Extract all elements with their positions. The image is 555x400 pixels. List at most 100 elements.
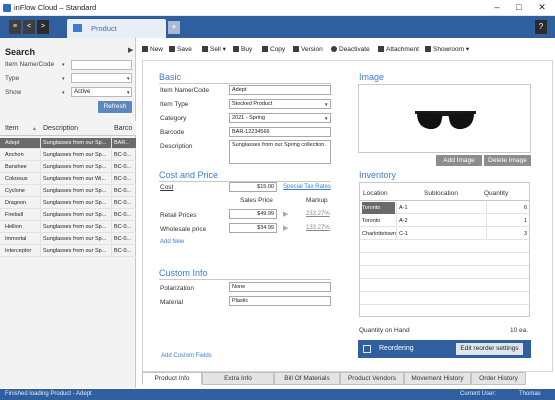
status-message: Finished loading Product - Adept [5, 391, 92, 397]
filter-dropdown-icon[interactable]: ▾ [62, 62, 65, 68]
type-filter-select[interactable] [71, 73, 132, 83]
deactivate-button[interactable]: Deactivate [331, 43, 370, 57]
section-divider [159, 279, 331, 280]
section-title-cost-price: Cost and Price [159, 170, 219, 180]
refresh-button[interactable]: Refresh [98, 101, 132, 113]
copy-label: Copy [270, 46, 286, 53]
special-tax-rates-link[interactable]: Special Tax Rates [283, 184, 331, 190]
tab-product-info[interactable]: Product Info [142, 372, 202, 385]
back-button[interactable]: < [23, 20, 35, 34]
tab-product[interactable]: Product [67, 19, 166, 38]
delete-image-button[interactable]: Delete Image [484, 155, 531, 166]
tab-extra-info[interactable]: Extra Info [202, 372, 274, 385]
close-button[interactable]: ✕ [531, 1, 553, 14]
section-divider [159, 83, 331, 84]
list-item-description: Sunglasses from our Sp... [40, 210, 110, 221]
add-new-price-link[interactable]: Add New [160, 239, 184, 245]
current-user-name: Thomas [519, 391, 541, 397]
item-name-filter-input[interactable] [71, 60, 132, 70]
filter-dropdown-icon[interactable]: ▾ [62, 90, 65, 96]
list-item-name: Cyclone [5, 188, 25, 194]
help-button[interactable]: ? [535, 20, 547, 34]
list-item-name: Hellion [5, 224, 22, 230]
tab-product-vendors[interactable]: Product Vendors [340, 372, 404, 385]
list-item-barcode: BC-0... [111, 162, 136, 173]
table-row[interactable]: Charlottetown C-1 3 [360, 228, 529, 240]
show-filter-select[interactable]: Active [71, 87, 132, 97]
quantity-on-hand-value: 10 ea. [510, 327, 529, 334]
showroom-button[interactable]: Showroom ▾ [425, 43, 469, 57]
list-item[interactable]: Hellion Sunglasses from our Sp... BC-0..… [0, 222, 136, 233]
list-item[interactable]: Banshee Sunglasses from our Sp... BC-0..… [0, 162, 136, 173]
bottom-tabs: Product Info Extra Info Bill Of Material… [142, 372, 553, 385]
column-header-barcode[interactable]: Barco [114, 125, 132, 132]
sell-button[interactable]: Sell ▾ [202, 43, 226, 57]
list-item-description: Sunglasses from our Sp... [40, 186, 110, 197]
buy-label: Buy [241, 46, 253, 53]
hamburger-menu-icon[interactable]: ≡ [9, 20, 21, 34]
attachment-button[interactable]: Attachment [378, 43, 419, 57]
showroom-label: Showroom [433, 46, 465, 53]
section-title-custom-info: Custom Info [159, 268, 208, 278]
reordering-bar: Reordering Edit reorder settings [358, 340, 531, 358]
paperclip-icon [378, 46, 384, 52]
tab-order-history[interactable]: Order History [471, 372, 526, 385]
cost-field[interactable]: $15.00 [229, 182, 277, 192]
list-item[interactable]: Anchon Sunglasses from our Sp... BC-0... [0, 150, 136, 161]
maximize-button[interactable]: □ [508, 1, 530, 14]
list-item-description: Sunglasses from our Wi... [40, 174, 110, 185]
version-label: Version [301, 46, 323, 53]
list-item[interactable]: Dragoon Sunglasses from our Sp... BC-0..… [0, 198, 136, 209]
minimize-button[interactable]: – [486, 1, 508, 14]
add-tab-button[interactable]: + [168, 21, 180, 34]
toolbar: New Save Sell ▾ Buy Copy Version Deactiv… [138, 43, 555, 57]
collapse-panel-icon[interactable]: ▶ [128, 46, 133, 54]
material-field[interactable]: Plastic [229, 296, 331, 306]
arrow-right-icon: ▶ [283, 211, 289, 218]
list-item[interactable]: Cyclone Sunglasses from our Sp... BC-0..… [0, 186, 136, 197]
deactivate-icon [331, 46, 337, 52]
sell-label: Sell [210, 46, 221, 53]
showroom-icon [425, 46, 431, 52]
price-row-label: Retail Prices [160, 212, 197, 219]
copy-icon [262, 46, 268, 52]
copy-button[interactable]: Copy [262, 43, 285, 57]
version-button[interactable]: Version [293, 43, 323, 57]
column-header-item[interactable]: Item [5, 125, 19, 132]
column-header-description[interactable]: Description [43, 125, 78, 132]
forward-button[interactable]: > [37, 20, 49, 34]
retail-price-field[interactable]: $49.99 [229, 209, 277, 219]
tab-bill-of-materials[interactable]: Bill Of Materials [274, 372, 340, 385]
list-item[interactable]: Immortal Sunglasses from our Sp... BC-0.… [0, 234, 136, 245]
material-label: Material [160, 299, 184, 306]
list-item[interactable]: Colossus Sunglasses from our Wi... BC-0.… [0, 174, 136, 185]
polarization-field[interactable]: None [229, 282, 331, 292]
table-row[interactable]: Toronto A-2 1 [360, 215, 529, 227]
filter-dropdown-icon[interactable]: ▾ [62, 76, 65, 82]
item-type-select[interactable]: Stocked Product [229, 99, 331, 109]
add-custom-fields-link[interactable]: Add Custom Fields [161, 353, 212, 359]
list-item[interactable]: Adept Sunglasses from our Sp... BAR... [0, 138, 136, 149]
table-row [360, 280, 529, 292]
wholesale-markup-link[interactable]: 133.27% [306, 225, 330, 231]
save-button[interactable]: Save [169, 43, 192, 57]
add-image-button[interactable]: Add Image [436, 155, 482, 166]
list-item[interactable]: Fireball Sunglasses from our Sp... BC-0.… [0, 210, 136, 221]
description-field[interactable]: Sunglasses from our Spring collection. [229, 140, 331, 164]
table-row[interactable]: Toronto A-1 6 [360, 202, 529, 214]
list-item[interactable]: Interceptor Sunglasses from our Sp... BC… [0, 246, 136, 257]
item-name-field[interactable]: Adept [229, 85, 331, 95]
sell-icon [202, 46, 208, 52]
tab-movement-history[interactable]: Movement History [404, 372, 471, 385]
edit-reorder-settings-button[interactable]: Edit reorder settings [456, 343, 523, 355]
barcode-label: Barcode [160, 129, 185, 136]
barcode-field[interactable]: BAR-12234566 [229, 127, 331, 137]
wholesale-price-field[interactable]: $34.99 [229, 223, 277, 233]
retail-markup-link[interactable]: 233.27% [306, 211, 330, 217]
category-select[interactable]: 2021 - Spring [229, 113, 331, 123]
new-button[interactable]: New [142, 43, 163, 57]
list-item-barcode: BC-0... [111, 234, 136, 245]
list-item-description: Sunglasses from our Sp... [40, 234, 110, 245]
buy-button[interactable]: Buy [233, 43, 252, 57]
cost-label[interactable]: Cost [160, 184, 173, 191]
